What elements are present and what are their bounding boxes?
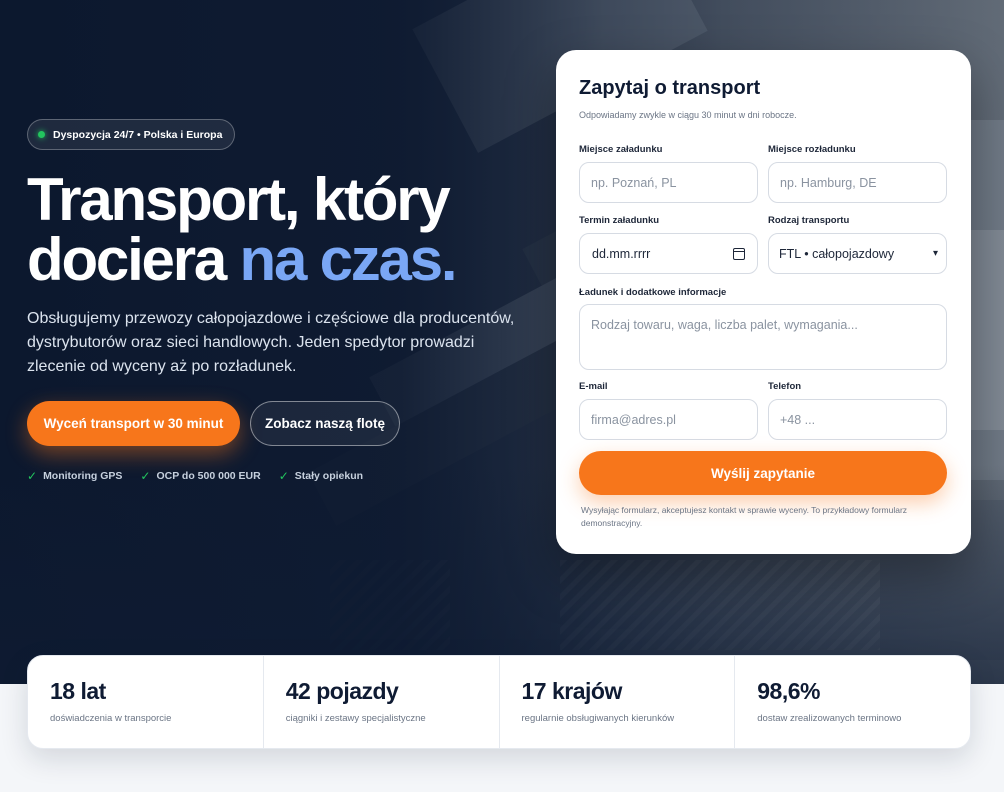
quote-transport-button[interactable]: Wyceń transport w 30 minut bbox=[27, 401, 240, 446]
stat-label: ciągniki i zestawy specjalistyczne bbox=[285, 713, 426, 724]
stat-item: 42 pojazdy ciągniki i zestawy specjalist… bbox=[264, 656, 500, 748]
cargo-info-label: Ładunek i dodatkowe informacje bbox=[579, 287, 727, 298]
email-label: E-mail bbox=[579, 381, 608, 392]
stat-value: 18 lat bbox=[50, 678, 106, 704]
transport-type-label: Rodzaj transportu bbox=[768, 215, 850, 226]
stat-item: 17 krajów regularnie obsługiwanych kieru… bbox=[500, 656, 736, 748]
loading-date-value: dd.mm.rrrr bbox=[592, 246, 651, 261]
status-dot-icon bbox=[38, 131, 45, 138]
cargo-info-textarea[interactable] bbox=[579, 304, 947, 370]
stat-value: 42 pojazdy bbox=[285, 678, 399, 704]
feature-item: ✓ Stały opiekun bbox=[279, 469, 363, 483]
stat-value: 98,6% bbox=[757, 678, 820, 704]
chevron-down-icon: ▾ bbox=[932, 248, 938, 259]
form-subtitle: Odpowiadamy zwykle w ciągu 30 minut w dn… bbox=[579, 110, 797, 120]
feature-list: ✓ Monitoring GPS ✓ OCP do 500 000 EUR ✓ … bbox=[27, 469, 363, 483]
feature-item: ✓ OCP do 500 000 EUR bbox=[140, 469, 260, 483]
form-title: Zapytaj o transport bbox=[579, 77, 761, 99]
headline-line-1: Transport, który bbox=[27, 166, 451, 233]
hero-headline: Transport, który dociera na czas. bbox=[27, 170, 547, 290]
submit-inquiry-button[interactable]: Wyślij zapytanie bbox=[579, 451, 947, 495]
stat-label: dostaw zrealizowanych terminowo bbox=[757, 713, 902, 724]
loading-date-input[interactable]: dd.mm.rrrr bbox=[579, 233, 758, 274]
stat-item: 18 lat doświadczenia w transporcie bbox=[28, 656, 264, 748]
hero-lead-text: Obsługujemy przewozy całopojazdowe i czę… bbox=[27, 310, 515, 375]
unloading-place-label: Miejsce rozładunku bbox=[768, 144, 856, 155]
form-disclaimer: Wysyłając formularz, akceptujesz kontakt… bbox=[581, 505, 908, 528]
calendar-icon[interactable] bbox=[733, 247, 745, 260]
email-field[interactable] bbox=[579, 399, 758, 440]
loading-place-input[interactable] bbox=[579, 162, 758, 203]
transport-type-select[interactable]: FTL • całopojazdowy ▾ bbox=[768, 233, 947, 274]
stat-value: 17 krajów bbox=[521, 678, 623, 704]
transport-type-value: FTL • całopojazdowy bbox=[779, 246, 895, 261]
headline-accent: na czas. bbox=[239, 226, 458, 293]
availability-badge: Dyspozycja 24/7 • Polska i Europa bbox=[27, 119, 236, 150]
view-fleet-button[interactable]: Zobacz naszą flotę bbox=[250, 401, 400, 446]
loading-date-label: Termin załadunku bbox=[579, 215, 660, 226]
phone-label: Telefon bbox=[768, 381, 802, 392]
check-icon: ✓ bbox=[27, 469, 38, 483]
unloading-place-input[interactable] bbox=[768, 162, 947, 203]
loading-place-label: Miejsce załadunku bbox=[579, 144, 663, 155]
check-icon: ✓ bbox=[140, 469, 151, 483]
availability-badge-text: Dyspozycja 24/7 • Polska i Europa bbox=[53, 128, 223, 141]
feature-label: Monitoring GPS bbox=[43, 470, 123, 482]
feature-item: ✓ Monitoring GPS bbox=[27, 469, 122, 483]
stat-label: regularnie obsługiwanych kierunków bbox=[521, 713, 675, 724]
headline-line-2: dociera bbox=[27, 226, 240, 293]
transport-inquiry-form: Zapytaj o transport Odpowiadamy zwykle w… bbox=[556, 50, 971, 554]
check-icon: ✓ bbox=[278, 469, 289, 483]
feature-label: Stały opiekun bbox=[294, 470, 364, 482]
feature-label: OCP do 500 000 EUR bbox=[156, 470, 261, 482]
stat-label: doświadczenia w transporcie bbox=[50, 713, 172, 724]
stat-item: 98,6% dostaw zrealizowanych terminowo bbox=[735, 656, 970, 748]
phone-field[interactable] bbox=[768, 399, 947, 440]
stats-bar: 18 lat doświadczenia w transporcie 42 po… bbox=[27, 655, 971, 749]
